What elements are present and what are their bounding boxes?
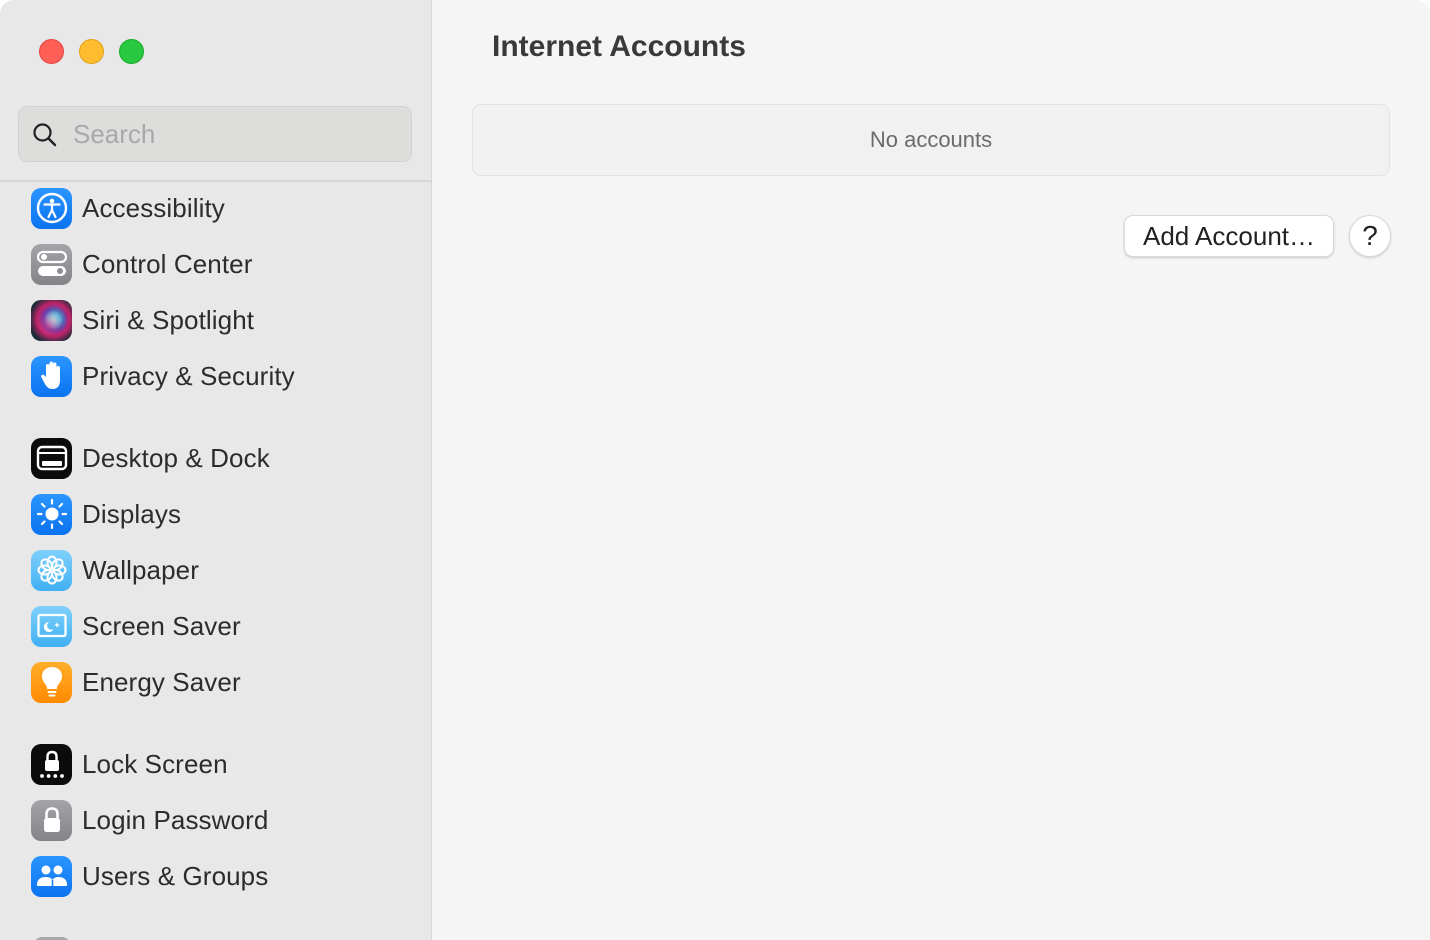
control-center-icon	[31, 243, 72, 285]
sidebar-item-label: Login Password	[82, 804, 269, 835]
sidebar-item-displays[interactable]: Displays	[31, 492, 411, 536]
sidebar-item-energy-saver[interactable]: Energy Saver	[31, 660, 411, 704]
sidebar-item-privacy-security[interactable]: Privacy & Security	[31, 354, 411, 398]
sun-icon	[31, 493, 72, 535]
sidebar-item-label: Desktop & Dock	[82, 442, 270, 473]
sidebar-item-accessibility[interactable]: Accessibility	[31, 186, 411, 230]
sidebar-item-label: Siri & Spotlight	[82, 304, 255, 335]
flower-icon	[31, 549, 72, 591]
lightbulb-icon	[31, 661, 72, 703]
sidebar-item-login-password[interactable]: Login Password	[31, 798, 411, 842]
sidebar-item-label: Wallpaper	[82, 554, 199, 585]
sidebar: Accessibility Control Center Siri & Spot…	[0, 0, 432, 940]
sidebar-item-label: Energy Saver	[82, 666, 241, 697]
screen-saver-icon	[31, 605, 72, 647]
page-title: Internet Accounts	[492, 30, 746, 63]
sidebar-item-label: Control Center	[82, 248, 253, 279]
sidebar-item-screen-saver[interactable]: Screen Saver	[31, 604, 411, 648]
magnifying-glass-icon	[33, 123, 57, 147]
sidebar-item-label: Screen Saver	[82, 610, 241, 641]
users-icon	[31, 855, 72, 897]
sidebar-item-siri-spotlight[interactable]: Siri & Spotlight	[31, 298, 411, 342]
lock-screen-icon	[31, 743, 72, 785]
sidebar-divider	[0, 180, 431, 182]
sidebar-item-label: Users & Groups	[82, 860, 269, 891]
sidebar-item-label: Displays	[82, 498, 182, 529]
sidebar-item-label: Accessibility	[82, 192, 225, 223]
sidebar-item-label: Lock Screen	[82, 748, 228, 779]
close-button[interactable]	[39, 39, 64, 64]
search-input[interactable]	[73, 117, 393, 151]
sidebar-item-users-groups[interactable]: Users & Groups	[31, 854, 411, 898]
sidebar-item-lock-screen[interactable]: Lock Screen	[31, 742, 411, 786]
sidebar-item-label: Privacy & Security	[82, 360, 295, 391]
add-account-button[interactable]: Add Account…	[1124, 215, 1334, 257]
minimize-button[interactable]	[79, 39, 104, 64]
siri-icon	[31, 299, 72, 341]
accounts-list: No accounts	[472, 104, 1390, 176]
sidebar-item-desktop-dock[interactable]: Desktop & Dock	[31, 436, 411, 480]
desktop-dock-icon	[31, 437, 72, 479]
lock-icon	[31, 799, 72, 841]
help-button[interactable]: ?	[1349, 215, 1391, 257]
accessibility-icon	[31, 187, 72, 229]
hand-icon	[31, 355, 72, 397]
sidebar-item-control-center[interactable]: Control Center	[31, 242, 411, 286]
search-field[interactable]	[18, 106, 412, 162]
zoom-button[interactable]	[119, 39, 144, 64]
system-settings-window: Accessibility Control Center Siri & Spot…	[0, 0, 1430, 940]
sidebar-item-wallpaper[interactable]: Wallpaper	[31, 548, 411, 592]
empty-state-message: No accounts	[869, 127, 993, 152]
